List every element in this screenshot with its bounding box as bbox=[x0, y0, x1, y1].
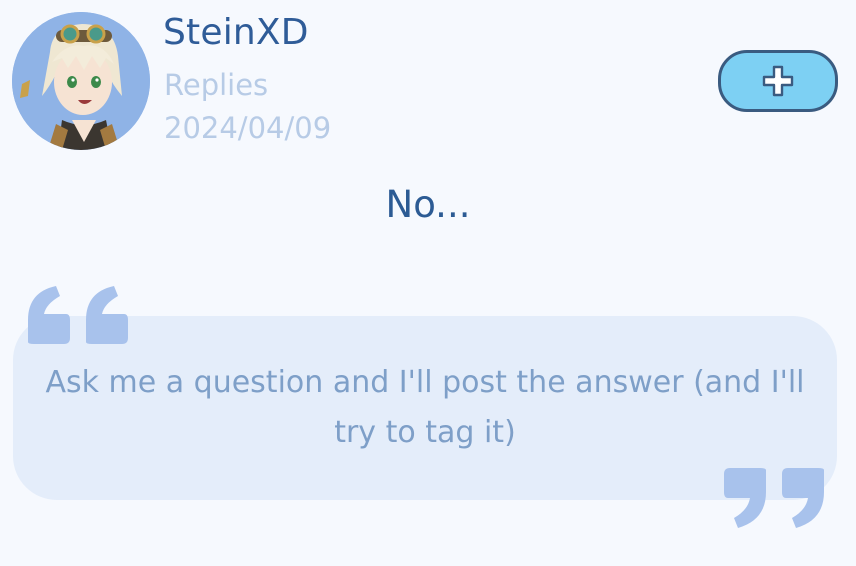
open-quote-icon bbox=[28, 286, 128, 344]
close-quote-icon bbox=[724, 468, 824, 528]
question-card: Ask me a question and I'll post the answ… bbox=[13, 316, 837, 500]
post-date: 2024/04/09 bbox=[164, 111, 332, 145]
answer-text: No... bbox=[385, 183, 471, 226]
follow-button[interactable] bbox=[718, 50, 838, 112]
anime-avatar-icon bbox=[12, 12, 150, 150]
username[interactable]: SteinXD bbox=[163, 12, 309, 53]
avatar[interactable] bbox=[12, 12, 150, 150]
question-text: Ask me a question and I'll post the answ… bbox=[45, 365, 805, 450]
plus-icon bbox=[762, 65, 794, 97]
post-category: Replies bbox=[164, 68, 269, 102]
